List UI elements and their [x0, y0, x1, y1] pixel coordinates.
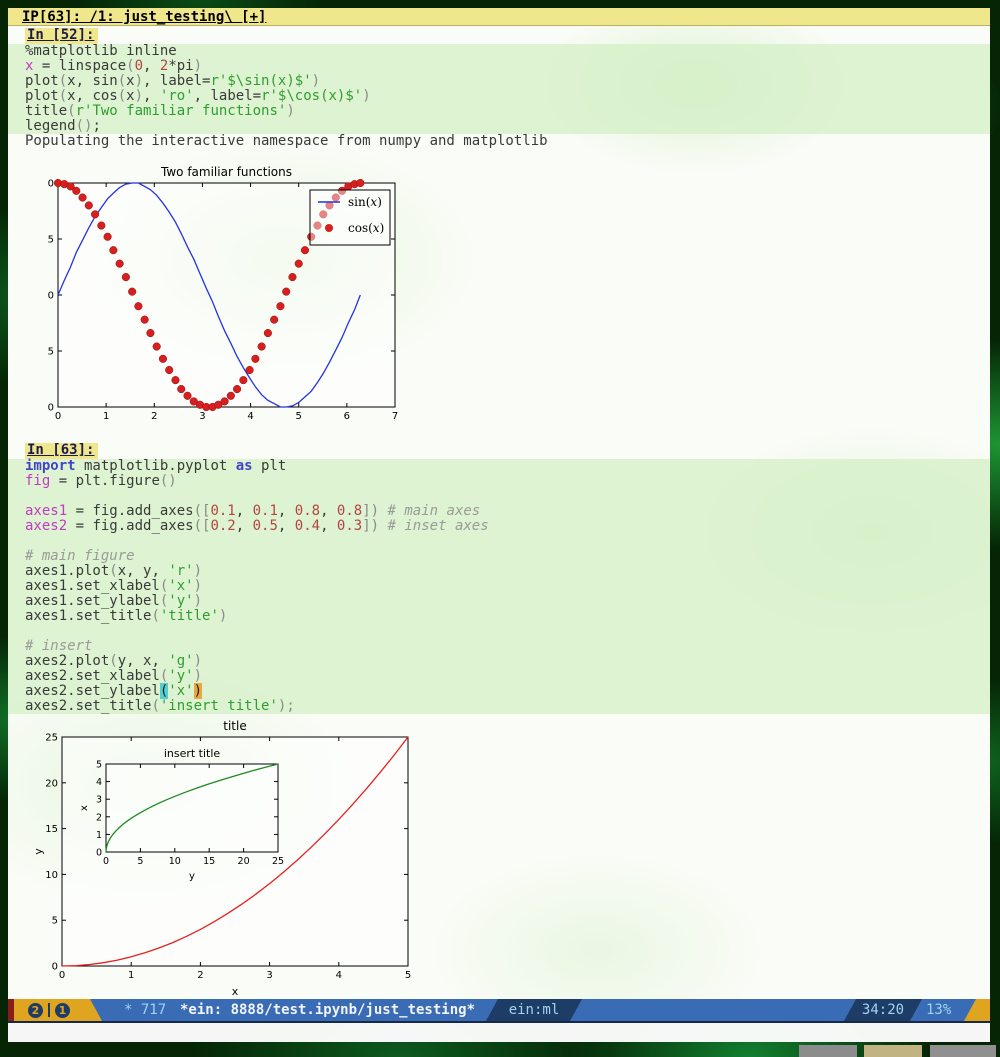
mode-line-left-edge — [8, 999, 14, 1021]
tmux-window-title-bar[interactable]: IP[63]: /1: just_testing\ [+] — [8, 8, 990, 26]
svg-text:cos(x): cos(x) — [348, 221, 384, 235]
svg-text:3: 3 — [266, 970, 272, 981]
svg-text:sin(x): sin(x) — [348, 195, 382, 209]
window-title: IP[63]: /1: just_testing\ [+] — [22, 9, 266, 25]
svg-text:20: 20 — [45, 778, 58, 789]
svg-text:5: 5 — [405, 970, 411, 981]
svg-text:10: 10 — [45, 870, 58, 881]
time-segment: 34:20 — [844, 999, 922, 1021]
svg-text:4: 4 — [96, 777, 102, 788]
svg-text:-0.5: -0.5 — [48, 347, 54, 358]
taskbar-item[interactable] — [864, 1045, 922, 1057]
svg-text:0: 0 — [103, 856, 109, 867]
figure-insert-title-inset-axes: 0 5 10 15 20 25 0 1 2 3 4 5 insert title y x — [78, 742, 308, 882]
echo-area[interactable] — [8, 1023, 990, 1042]
svg-text:1: 1 — [96, 830, 102, 841]
battery-percentage: 13% — [926, 999, 951, 1021]
svg-text:5: 5 — [137, 856, 143, 867]
svg-text:0: 0 — [59, 970, 65, 981]
svg-text:y: y — [33, 848, 45, 855]
svg-text:insert title: insert title — [164, 747, 221, 760]
screen-badge-1[interactable]: 1 — [55, 1003, 70, 1018]
code-cell-52[interactable]: %matplotlib inlinex = linspace(0, 2*pi)p… — [8, 44, 990, 134]
svg-text:10: 10 — [169, 856, 181, 867]
svg-text:-1.0: -1.0 — [48, 403, 54, 414]
taskbar-item[interactable] — [930, 1045, 996, 1057]
figure-two-familiar-functions: 0 1 2 3 4 5 6 7 -1.0 -0.5 0.0 0.5 1.0 Two familiar fu… — [48, 162, 423, 430]
svg-text:x: x — [79, 805, 90, 811]
svg-text:0: 0 — [96, 848, 102, 859]
svg-text:20: 20 — [238, 856, 250, 867]
svg-text:0: 0 — [52, 962, 58, 973]
buffer-name[interactable]: *ein: 8888/test.ipynb/just_testing* — [180, 999, 475, 1021]
svg-text:title: title — [223, 719, 246, 733]
modified-flag-and-line: * 717 — [124, 999, 166, 1021]
taskbar-item[interactable] — [799, 1045, 857, 1057]
cell-output-text: Populating the interactive namespace fro… — [25, 134, 548, 149]
svg-text:3: 3 — [96, 795, 102, 806]
svg-text:3: 3 — [199, 411, 205, 422]
mode-line-right-cap — [964, 999, 990, 1021]
svg-text:x: x — [232, 985, 239, 998]
svg-text:2: 2 — [96, 812, 102, 823]
svg-text:2: 2 — [151, 411, 157, 422]
svg-text:7: 7 — [392, 411, 398, 422]
svg-text:5: 5 — [96, 760, 102, 771]
svg-text:15: 15 — [203, 856, 215, 867]
screen-badges-segment[interactable]: 2 1 — [14, 999, 102, 1021]
svg-text:15: 15 — [45, 824, 58, 835]
terminal-window: IP[63]: /1: just_testing\ [+] In [52]: %… — [8, 8, 990, 1042]
svg-text:1: 1 — [128, 970, 134, 981]
major-mode-segment[interactable]: ein:ml — [486, 999, 582, 1021]
svg-text:0.0: 0.0 — [48, 291, 54, 302]
svg-text:2: 2 — [197, 970, 203, 981]
input-prompt-52[interactable]: In [52]: — [25, 28, 98, 44]
svg-text:25: 25 — [272, 856, 284, 867]
svg-text:4: 4 — [336, 970, 342, 981]
svg-text:1: 1 — [103, 411, 109, 422]
svg-text:0: 0 — [55, 411, 61, 422]
desktop: { "window": { "title": "IP[63]: /1: just… — [0, 0, 1000, 1057]
major-mode: ein:ml — [509, 1002, 560, 1018]
svg-text:5: 5 — [296, 411, 302, 422]
svg-text:Two familiar functions: Two familiar functions — [160, 165, 292, 179]
svg-text:5: 5 — [52, 916, 58, 927]
badge-divider — [48, 1003, 50, 1017]
notebook-buffer[interactable]: In [52]: %matplotlib inlinex = linspace(… — [8, 26, 990, 999]
clock: 34:20 — [862, 1002, 904, 1018]
svg-text:6: 6 — [344, 411, 350, 422]
svg-text:4: 4 — [247, 411, 253, 422]
input-prompt-63[interactable]: In [63]: — [25, 443, 98, 459]
svg-text:1.0: 1.0 — [48, 179, 54, 190]
svg-text:y: y — [189, 871, 195, 882]
emacs-mode-line[interactable]: 2 1 * 717 *ein: 8888/test.ipynb/just_tes… — [8, 999, 990, 1023]
code-cell-63[interactable]: import matplotlib.pyplot as pltfig = plt… — [8, 459, 990, 714]
svg-text:0.5: 0.5 — [48, 235, 54, 246]
screen-badge-2[interactable]: 2 — [28, 1003, 43, 1018]
svg-text:25: 25 — [45, 733, 58, 744]
